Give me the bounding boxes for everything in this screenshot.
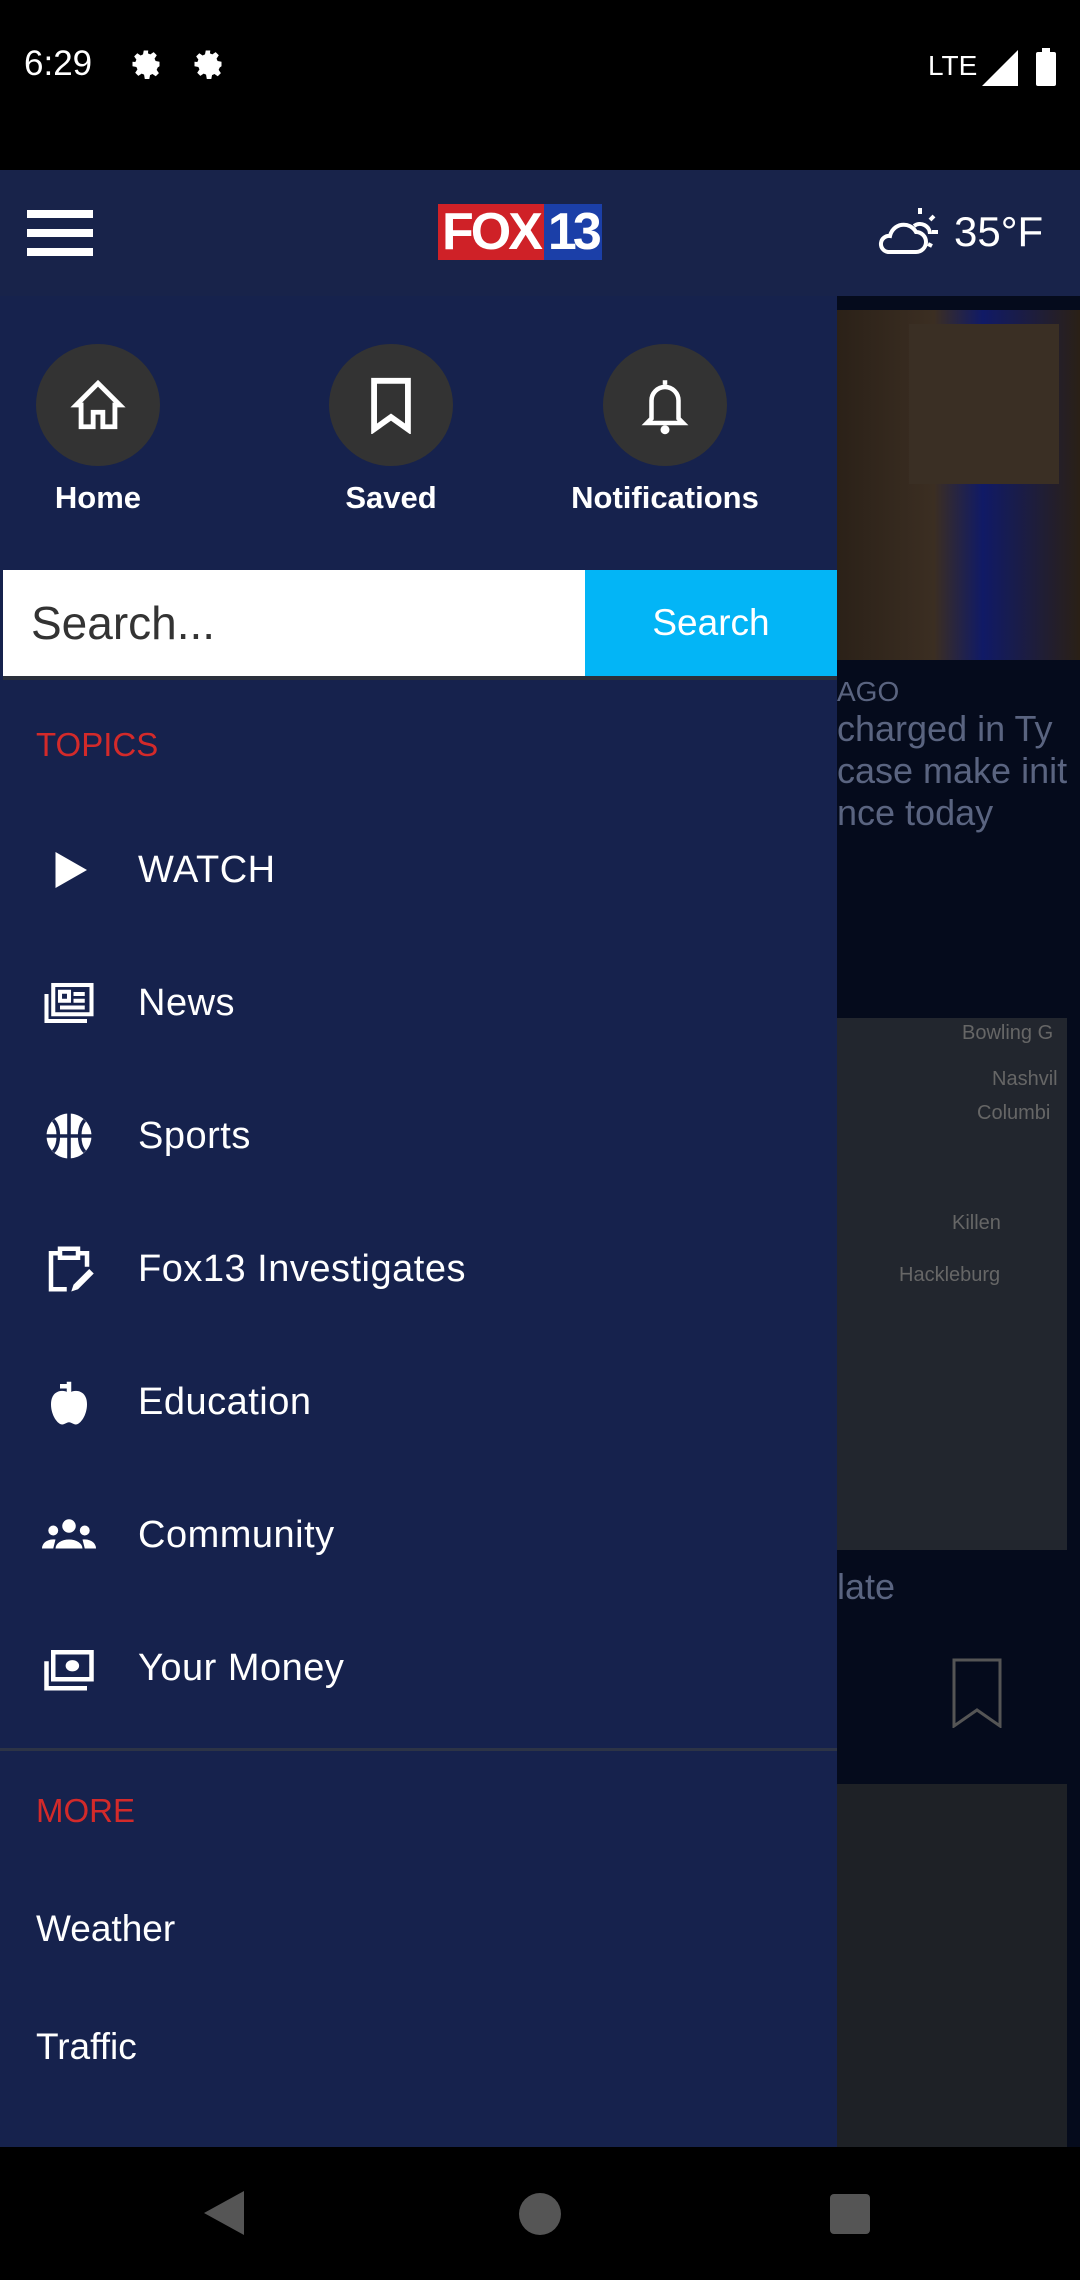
search-bar: Search	[3, 570, 837, 680]
bookmark-icon[interactable]	[952, 1658, 1002, 1728]
users-icon	[42, 1519, 96, 1549]
drawer-item-your-money[interactable]: Your Money	[0, 1613, 837, 1723]
drawer-item-community[interactable]: Community	[0, 1480, 837, 1590]
drawer-item-education[interactable]: Education	[0, 1347, 837, 1457]
temperature: 35°F	[954, 208, 1044, 255]
quick-action-notifications[interactable]: Notifications	[571, 344, 759, 515]
quick-action-home[interactable]: Home	[36, 344, 160, 515]
drawer-item-traffic[interactable]: Traffic	[36, 2026, 137, 2068]
divider	[0, 1748, 837, 1751]
drawer-item-weather[interactable]: Weather	[36, 1908, 175, 1950]
app-header: FOX 13 35°F	[0, 170, 1080, 296]
story-image	[837, 310, 1080, 660]
search-button[interactable]: Search	[585, 570, 837, 676]
story-image	[837, 1784, 1067, 2147]
drawer-item-news[interactable]: News	[0, 948, 837, 1058]
basketball-icon	[46, 1113, 92, 1159]
newspaper-icon	[44, 982, 94, 1024]
bookmark-icon	[371, 377, 411, 434]
section-heading-topics: TOPICS	[36, 726, 159, 763]
weather-map-image: Bowling G Nashvil Columbi Killen Hackleb…	[837, 1018, 1067, 1550]
drawer-item-watch[interactable]: WATCH	[0, 815, 837, 925]
gear-icon	[194, 50, 222, 79]
network-type: LTE	[928, 50, 978, 81]
apple-icon	[51, 1381, 87, 1425]
partly-cloudy-icon	[878, 208, 938, 254]
fox13-logo[interactable]: FOX 13	[438, 204, 642, 260]
menu-button[interactable]	[27, 210, 93, 258]
weather-widget[interactable]: 35°F	[876, 192, 1043, 272]
signal-icon	[982, 50, 1018, 86]
battery-icon	[1036, 48, 1056, 86]
play-icon	[55, 852, 87, 888]
clipboard-edit-icon	[48, 1246, 94, 1292]
drawer-item-sports[interactable]: Sports	[0, 1081, 837, 1191]
home-icon	[70, 379, 126, 430]
recents-icon[interactable]	[830, 2194, 870, 2234]
navigation-drawer: Home Saved Notifications Search TOPICS W…	[0, 296, 837, 2147]
bell-icon	[641, 380, 689, 435]
section-heading-more: MORE	[36, 1792, 135, 1829]
gear-icon	[132, 50, 160, 79]
search-input[interactable]	[3, 570, 585, 676]
quick-action-saved[interactable]: Saved	[329, 344, 453, 515]
background-feed: AGO charged in Ty case make init nce tod…	[837, 296, 1080, 2147]
drawer-item-fox13-investigates[interactable]: Fox13 Investigates	[0, 1214, 837, 1324]
system-nav-bar	[0, 2147, 1080, 2280]
back-icon[interactable]	[204, 2191, 244, 2235]
home-nav-icon[interactable]	[519, 2193, 561, 2235]
status-bar: 6:29 LTE	[0, 0, 1080, 170]
money-icon	[44, 1650, 94, 1691]
clock: 6:29	[24, 44, 93, 83]
